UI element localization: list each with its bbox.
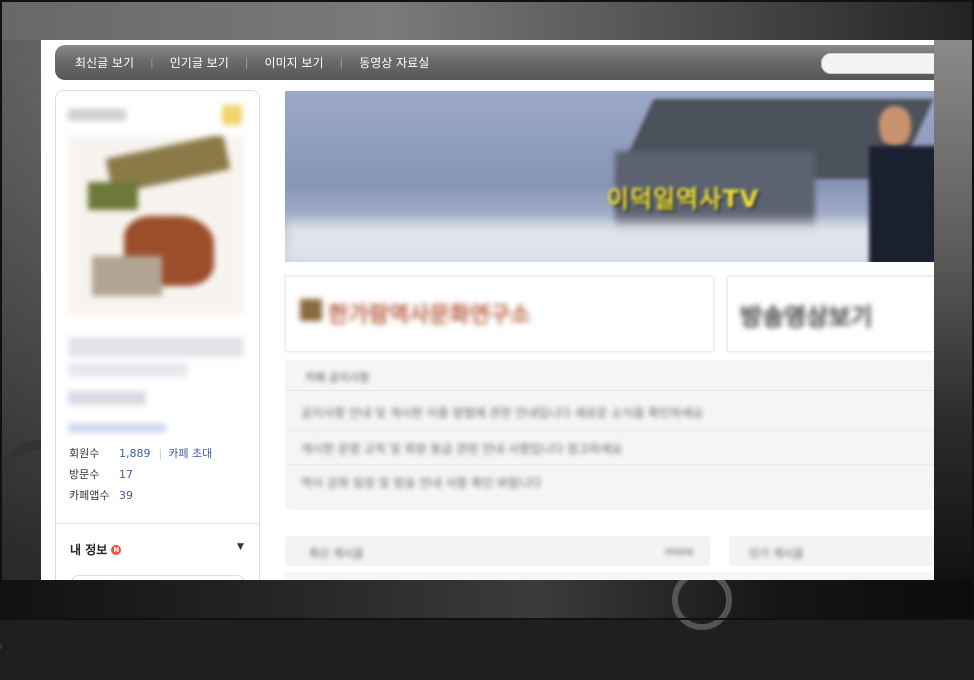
nav-images[interactable]: 이미지 보기: [264, 54, 323, 71]
visit-count-value: 17: [119, 468, 133, 481]
institute-logo-icon: [300, 299, 322, 321]
cafe-sidebar: 회원수 1,889 | 카페 초대 방문수 17 카페앱수 39 내 정보 N …: [55, 90, 260, 580]
nav-popular-posts[interactable]: 인기글 보기: [170, 54, 229, 71]
chevron-down-icon[interactable]: ▼: [237, 542, 244, 552]
notice-row[interactable]: 게시판 운영 규칙 및 회원 등급 관련 안내 사항입니다 참고하세요: [301, 440, 622, 458]
my-info-label: 내 정보: [70, 543, 108, 557]
search-input[interactable]: [821, 53, 934, 74]
cafe-banner[interactable]: 이덕일역사TV: [285, 91, 934, 262]
notice-divider: [285, 430, 934, 431]
browser-screen: 최신글 보기 | 인기글 보기 | 이미지 보기 | 동영상 자료실 회원수 1…: [41, 40, 934, 580]
institute-card-text: 한가람역사문화연구소: [328, 303, 531, 328]
background-right: [934, 40, 974, 580]
institute-link-card[interactable]: 한가람역사문화연구소: [285, 276, 714, 352]
app-count-value: 39: [119, 489, 133, 502]
snow-ground-image: [285, 222, 934, 262]
nav-separator: |: [244, 56, 249, 69]
background-top: [0, 0, 974, 40]
visit-count-row: 방문수 17: [69, 464, 212, 485]
app-count-label: 카페앱수: [69, 489, 110, 502]
background-bottom: [0, 580, 974, 620]
latest-board-header: 최신 게시글 more: [285, 536, 710, 566]
my-info-box: [72, 575, 244, 580]
presenter-photo: [869, 106, 934, 262]
notice-divider: [285, 464, 934, 465]
latest-board-title[interactable]: 최신 게시글: [309, 545, 363, 561]
nav-separator: |: [339, 56, 344, 69]
my-info-toggle[interactable]: 내 정보 N: [70, 541, 122, 558]
popular-board-header: 인기 게시글: [729, 536, 934, 566]
nav-menu: 최신글 보기 | 인기글 보기 | 이미지 보기 | 동영상 자료실: [75, 45, 429, 80]
broadcast-link-card[interactable]: 방송영상보기: [727, 276, 934, 352]
visit-count-label: 방문수: [69, 468, 100, 481]
member-count-value[interactable]: 1,889: [119, 443, 151, 464]
member-count-label: 회원수: [69, 447, 100, 460]
stat-separator: |: [158, 447, 163, 460]
cafe-thumbnail[interactable]: [68, 136, 244, 314]
cafe-description-blurred: [68, 363, 188, 377]
nav-separator: |: [150, 56, 154, 69]
cafe-manager-blurred: [68, 391, 146, 405]
cafe-level-badge: [222, 105, 242, 125]
nav-latest-posts[interactable]: 최신글 보기: [75, 54, 134, 71]
notice-header: 카페 공지사항: [285, 360, 934, 391]
banner-title: 이덕일역사TV: [607, 185, 760, 213]
cafe-name-blurred: [68, 109, 126, 121]
notice-row[interactable]: 공지사항 안내 및 게시판 이용 방법에 관한 안내입니다 새로운 소식을 확인…: [301, 404, 703, 422]
notice-header-text: 카페 공지사항: [305, 371, 370, 384]
cafe-invite-link[interactable]: 카페 초대: [168, 443, 212, 464]
cafe-since-blurred: [68, 423, 166, 433]
notice-panel: 카페 공지사항 공지사항 안내 및 게시판 이용 방법에 관한 안내입니다 새로…: [285, 360, 934, 510]
sidebar-divider: [56, 523, 259, 524]
new-badge: N: [111, 544, 122, 555]
app-count-row: 카페앱수 39: [69, 485, 212, 506]
latest-board-more[interactable]: more: [665, 545, 694, 558]
cafe-description-blurred: [68, 337, 244, 357]
member-count-row: 회원수 1,889 | 카페 초대: [69, 443, 212, 464]
nav-video-archive[interactable]: 동영상 자료실: [359, 54, 429, 71]
notice-row[interactable]: 역사 강좌 일정 및 방송 안내 사항 확인 바랍니다: [301, 474, 541, 492]
popular-board-title[interactable]: 인기 게시글: [749, 545, 803, 561]
board-content-edge: [285, 572, 934, 580]
cafe-stats: 회원수 1,889 | 카페 초대 방문수 17 카페앱수 39: [69, 443, 212, 506]
broadcast-card-text: 방송영상보기: [740, 303, 873, 331]
top-navbar: 최신글 보기 | 인기글 보기 | 이미지 보기 | 동영상 자료실: [55, 45, 934, 80]
